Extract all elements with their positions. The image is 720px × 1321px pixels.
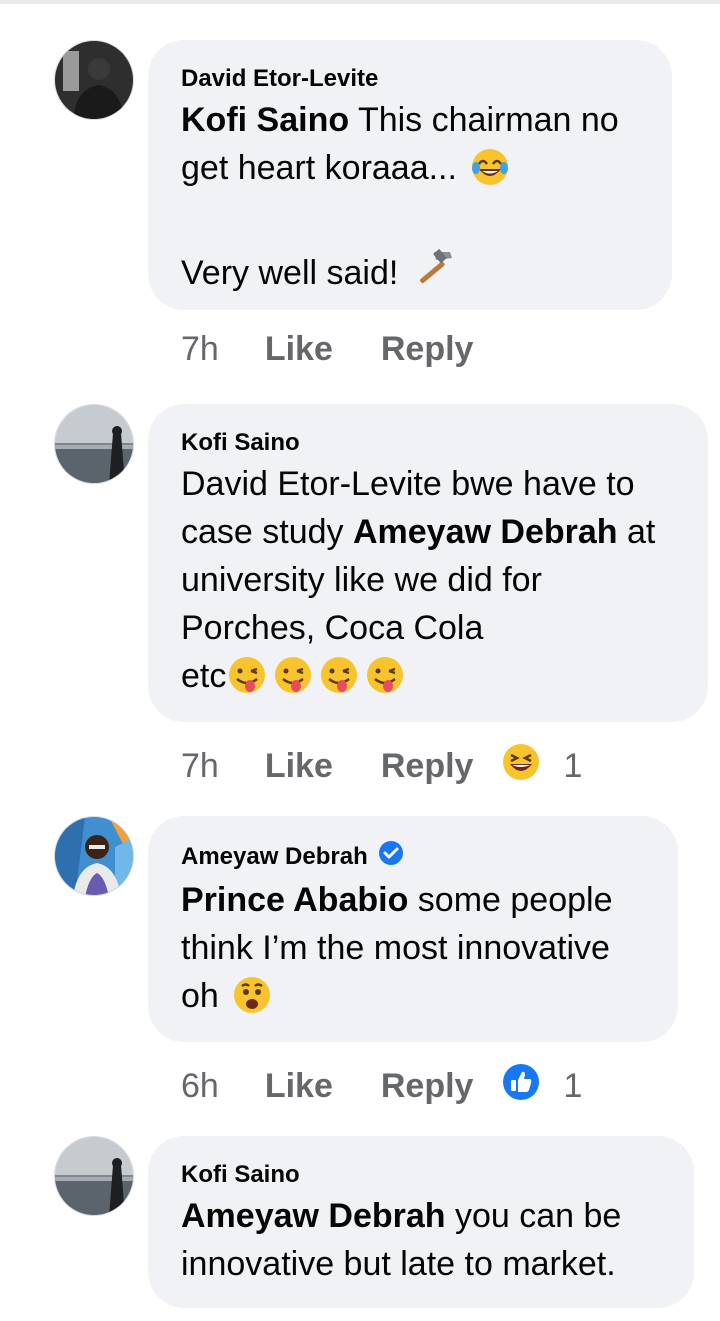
mention-link[interactable]: Kofi Saino <box>181 101 349 139</box>
winking-face-with-tongue-icon <box>226 655 268 708</box>
comment-author[interactable]: Kofi Saino <box>181 428 674 458</box>
mention-link[interactable]: Ameyaw Debrah <box>353 513 618 551</box>
avatar[interactable] <box>54 1136 134 1216</box>
comment-author[interactable]: Ameyaw Debrah <box>181 842 368 872</box>
comment-actions: 7h Like Reply <box>181 330 521 369</box>
comment-time[interactable]: 6h <box>181 1067 219 1106</box>
comment-author[interactable]: David Etor-Levite <box>181 64 638 94</box>
reply-button[interactable]: Reply <box>381 747 474 786</box>
comment-time[interactable]: 7h <box>181 330 219 369</box>
reaction-count: 1 <box>563 747 583 785</box>
like-button[interactable]: Like <box>265 330 333 369</box>
top-divider <box>0 0 720 4</box>
mention-link[interactable]: Prince Ababio <box>181 881 408 919</box>
avatar[interactable] <box>54 40 134 120</box>
hammer-icon <box>412 248 456 305</box>
comment-text: David Etor-Levite bwe have to case study… <box>181 460 674 708</box>
comment-bubble: David Etor-Levite Kofi Saino This chairm… <box>148 40 672 310</box>
grinning-squinting-face-icon <box>501 742 541 791</box>
comment-author-row: Ameyaw Debrah <box>181 840 644 874</box>
winking-face-with-tongue-icon <box>364 655 406 708</box>
reaction-summary[interactable]: 1 <box>501 1062 582 1111</box>
reaction-count: 1 <box>563 1067 583 1105</box>
face-with-tears-of-joy-icon <box>470 147 510 200</box>
comment-actions: 6h Like Reply 1 <box>181 1062 582 1111</box>
comment-bubble: Ameyaw Debrah Prince Ababio some people … <box>148 816 678 1042</box>
comment-author[interactable]: Kofi Saino <box>181 1160 660 1190</box>
winking-face-with-tongue-icon <box>318 655 360 708</box>
comment-time[interactable]: 7h <box>181 747 219 786</box>
mention-link[interactable]: Ameyaw Debrah <box>181 1197 446 1235</box>
avatar[interactable] <box>54 404 134 484</box>
anguished-face-icon <box>232 975 272 1028</box>
winking-face-with-tongue-icon <box>272 655 314 708</box>
like-button[interactable]: Like <box>265 1067 333 1106</box>
verified-badge-icon <box>378 840 404 874</box>
comment-text: Prince Ababio some people think I’m the … <box>181 876 644 1028</box>
comment-bubble: Kofi Saino Ameyaw Debrah you can be inno… <box>148 1136 694 1308</box>
comment-bubble: Kofi Saino David Etor-Levite bwe have to… <box>148 404 708 722</box>
reaction-summary[interactable]: 1 <box>501 742 582 791</box>
like-button[interactable]: Like <box>265 747 333 786</box>
reply-button[interactable]: Reply <box>381 1067 474 1106</box>
avatar[interactable] <box>54 816 134 896</box>
comment-actions: 7h Like Reply 1 <box>181 742 582 791</box>
comment-text: Kofi Saino This chairman no get heart ko… <box>181 96 638 305</box>
thumbs-up-icon <box>501 1062 541 1111</box>
reply-button[interactable]: Reply <box>381 330 474 369</box>
comment-text: Ameyaw Debrah you can be innovative but … <box>181 1197 622 1283</box>
